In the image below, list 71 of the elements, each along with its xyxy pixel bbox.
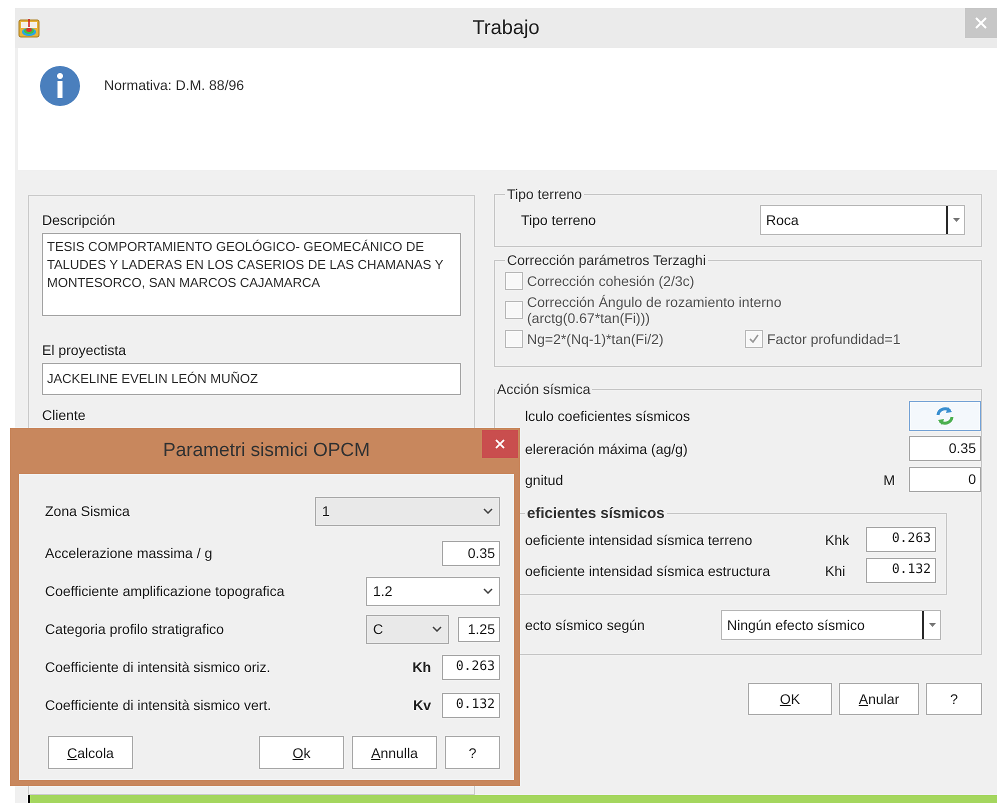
terrain-label: Tipo terreno bbox=[521, 212, 596, 228]
effect-label: ecto sísmico según bbox=[525, 616, 646, 632]
magnitude-field[interactable]: 0 bbox=[909, 467, 981, 492]
parameter-label: Coefficiente di intensità sismico oriz. bbox=[45, 659, 270, 675]
parameter-label: Coefficiente amplificazione topografica bbox=[45, 583, 284, 599]
app-icon bbox=[18, 17, 40, 39]
coefficient-symbol: Khk bbox=[825, 532, 850, 548]
checkbox-label: Ng=2*(Nq-1)*tan(Fi/2) bbox=[527, 331, 664, 347]
magnitude-symbol: M bbox=[883, 472, 895, 488]
parameter-dropdown[interactable]: 1.2 bbox=[366, 576, 500, 606]
checkmark-icon bbox=[748, 333, 760, 345]
window-title: Trabajo bbox=[472, 16, 540, 40]
designer-label: El proyectista bbox=[42, 342, 128, 358]
client-label: Cliente bbox=[42, 407, 87, 423]
acceleration-label: elereración máxima (ag/g) bbox=[525, 440, 689, 456]
parameter-label: Zona Sismica bbox=[45, 503, 130, 519]
parameter-field[interactable]: 0.263 bbox=[442, 654, 500, 680]
designer-field[interactable]: JACKELINE EVELIN LEÓN MUÑOZ bbox=[42, 363, 461, 395]
parameter-dropdown[interactable]: C bbox=[366, 614, 449, 644]
calc-label: lculo coeficientes sísmicos bbox=[525, 408, 691, 424]
dropdown-arrow-icon bbox=[928, 622, 936, 626]
checkbox-label: Corrección Ángulo de rozamiento interno (arctg(0.67*tan(Fi))) bbox=[527, 294, 782, 326]
checkbox[interactable] bbox=[505, 301, 523, 319]
coefficient-field[interactable]: 0.132 bbox=[866, 558, 936, 583]
checkbox[interactable] bbox=[505, 330, 523, 348]
coefficient-label: oeficiente intensidad sísmica estructura bbox=[525, 562, 772, 578]
acceleration-field[interactable]: 0.35 bbox=[909, 436, 981, 461]
dialog-button[interactable]: Anular bbox=[839, 683, 919, 715]
group-title: Corrección parámetros Terzaghi bbox=[506, 252, 707, 268]
description-field[interactable]: TESIS COMPORTAMIENTO GEOLÓGICO- GEOMECÁNICO DE TALUDES Y LADERAS EN LOS CASERIOS DE LAS CHAMANAS Y MONTESORCO, SAN MARCOS CAJAMARCA bbox=[42, 233, 461, 316]
checkbox-label: Factor profundidad=1 bbox=[767, 331, 900, 347]
chevron-icon bbox=[483, 508, 493, 514]
dialog-button[interactable]: ? bbox=[445, 736, 500, 769]
dialog-button[interactable]: OK bbox=[748, 683, 832, 715]
dropdown-arrow-icon bbox=[952, 218, 960, 222]
magnitude-label: gnitud bbox=[525, 472, 564, 488]
parameter-label: Coefficiente di intensità sismico vert. bbox=[45, 697, 272, 713]
parameter-label: Categoria profilo stratigrafico bbox=[45, 621, 224, 637]
norm-text: Normativa: D.M. 88/96 bbox=[104, 77, 244, 93]
parameter-symbol: Kh bbox=[412, 659, 431, 675]
coefficient-label: oeficiente intensidad sísmica terreno bbox=[525, 532, 754, 548]
dialog-title: Parametri sismici OPCM bbox=[163, 440, 370, 462]
checkbox[interactable] bbox=[505, 272, 523, 290]
checkbox-label: Corrección cohesión (2/3c) bbox=[527, 273, 694, 289]
description-label: Descripción bbox=[42, 212, 116, 228]
parameter-field[interactable]: 0.132 bbox=[442, 692, 500, 718]
info-icon bbox=[40, 66, 80, 106]
close-icon bbox=[975, 17, 987, 29]
group-title: Tipo terreno bbox=[506, 186, 583, 202]
chevron-icon bbox=[432, 626, 442, 632]
parameter-symbol: Kv bbox=[413, 697, 431, 713]
dialog-button[interactable]: Ok bbox=[259, 736, 344, 769]
group-title: eficientes sísmicos bbox=[526, 505, 666, 522]
parameter-field[interactable]: 1.25 bbox=[458, 616, 500, 642]
chevron-icon bbox=[483, 588, 493, 594]
close-icon bbox=[495, 439, 505, 449]
checkbox[interactable] bbox=[745, 330, 763, 348]
coefficient-symbol: Khi bbox=[825, 562, 846, 578]
parameter-field[interactable]: 0.35 bbox=[442, 540, 500, 566]
effect-dropdown[interactable]: Ningún efecto sísmico bbox=[721, 610, 941, 640]
coefficient-field[interactable]: 0.263 bbox=[866, 527, 936, 552]
refresh-button[interactable] bbox=[909, 401, 981, 431]
group-title: Acción sísmica bbox=[496, 381, 592, 397]
parameter-label: Accelerazione massima / g bbox=[45, 545, 212, 561]
close-button[interactable] bbox=[482, 430, 518, 458]
dialog-button[interactable]: ? bbox=[926, 683, 982, 715]
dialog-button[interactable]: Annulla bbox=[352, 736, 437, 769]
refresh-icon bbox=[935, 406, 955, 426]
parameter-dropdown[interactable]: 1 bbox=[315, 496, 500, 526]
terrain-dropdown[interactable]: Roca bbox=[760, 205, 965, 235]
dialog-button[interactable]: Calcola bbox=[48, 736, 133, 769]
